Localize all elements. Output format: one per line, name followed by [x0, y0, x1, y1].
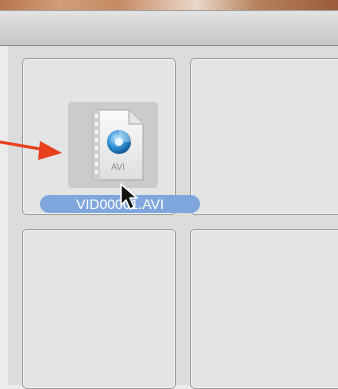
avi-video-file-icon[interactable]: AVI — [87, 108, 147, 182]
window-toolbar — [0, 10, 338, 46]
grid-cell[interactable] — [22, 229, 176, 389]
window-top-strip — [0, 0, 338, 10]
file-grid: AVI VID00001.AVI — [8, 46, 338, 389]
mouse-pointer-icon — [120, 183, 138, 210]
file-type-badge: AVI — [111, 162, 125, 172]
grid-cell[interactable] — [190, 58, 338, 215]
annotation-arrow-icon — [0, 140, 62, 160]
grid-cell[interactable] — [190, 229, 338, 389]
